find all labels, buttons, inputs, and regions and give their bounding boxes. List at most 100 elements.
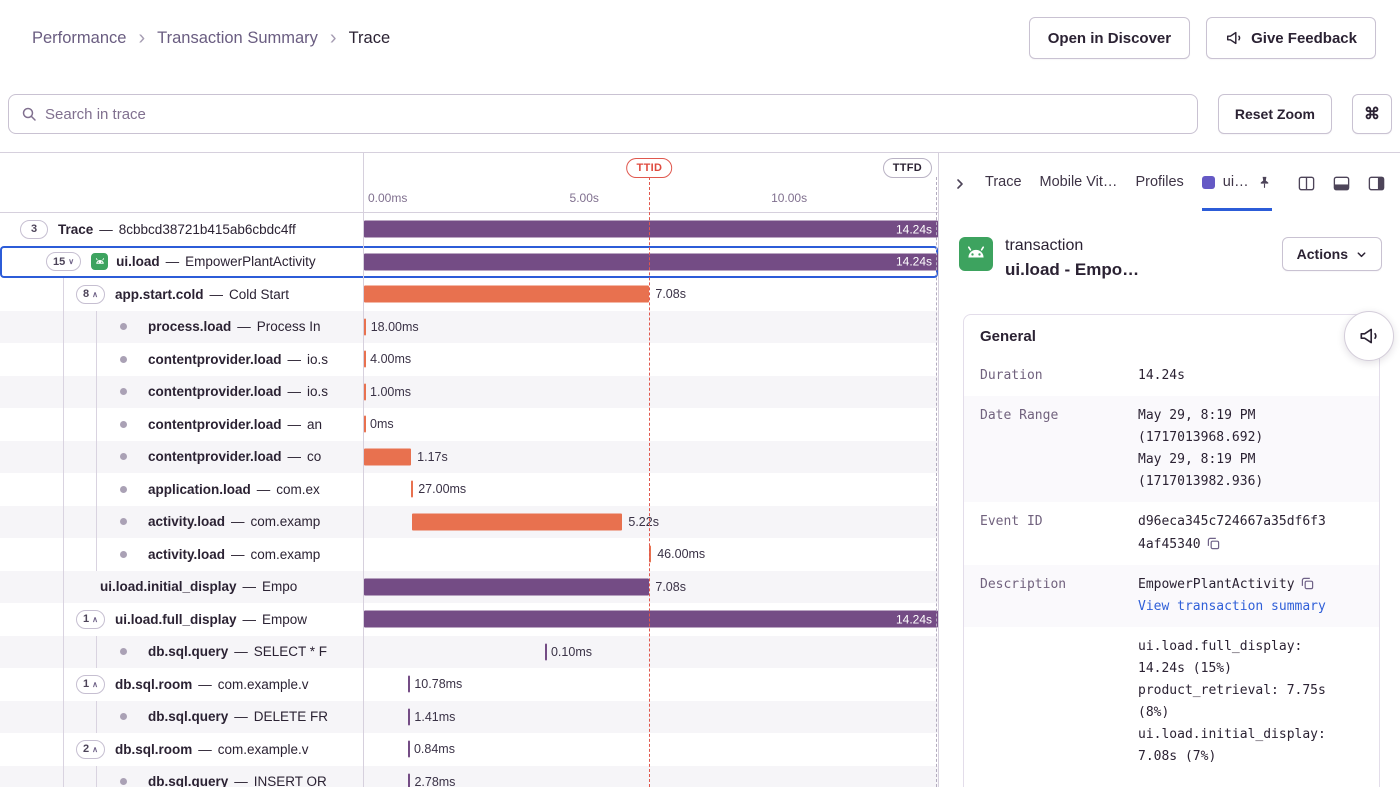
- trace-row-activity.load[interactable]: activity.load—com.examp 46.00ms: [0, 538, 938, 571]
- kv-row-date-range: Date Range May 29, 8:19 PM (1717013968.6…: [964, 396, 1379, 502]
- span-bar[interactable]: [411, 481, 413, 498]
- trace-row-application.load[interactable]: application.load—com.ex27.00ms: [0, 473, 938, 506]
- give-feedback-button[interactable]: Give Feedback: [1206, 17, 1376, 59]
- trace-row-ui.load[interactable]: 15∨ui.load—EmpowerPlantActivity14.24s: [0, 246, 938, 279]
- panel-tab-bar: Trace Mobile Vit… Profiles ui…: [939, 153, 1400, 211]
- tab-mobile-vitals[interactable]: Mobile Vit…: [1040, 153, 1118, 211]
- tree-connector-line: [63, 506, 64, 539]
- separator: —: [234, 709, 248, 724]
- span-count-badge[interactable]: 1∧: [76, 610, 105, 629]
- breadcrumb-transaction-summary[interactable]: Transaction Summary: [157, 29, 318, 48]
- span-bar[interactable]: [408, 708, 410, 725]
- reset-zoom-button[interactable]: Reset Zoom: [1218, 94, 1332, 134]
- span-bar[interactable]: [364, 578, 649, 595]
- transaction-title: ui.load - Empo…: [1005, 260, 1139, 280]
- chevron-up-icon: ∧: [92, 680, 98, 689]
- trace-row-ui.load.initial_display[interactable]: ui.load.initial_display—Empo7.08s: [0, 571, 938, 604]
- search-input[interactable]: [45, 106, 1185, 123]
- transaction-square-icon: [1202, 176, 1215, 189]
- span-bar[interactable]: [364, 286, 649, 303]
- span-chart-cell: 7.08s: [364, 571, 938, 604]
- span-bar[interactable]: [408, 741, 410, 758]
- trace-row-db.sql.room[interactable]: 1∧db.sql.room—com.example.v10.78ms: [0, 668, 938, 701]
- keyboard-shortcut-button[interactable]: ⌘: [1352, 94, 1392, 134]
- layout-sidebar-icon[interactable]: [1367, 174, 1386, 193]
- actions-label: Actions: [1297, 246, 1348, 262]
- tree-connector-line: [63, 733, 64, 766]
- search-box[interactable]: [8, 94, 1198, 134]
- span-count-badge[interactable]: 3: [20, 220, 48, 239]
- trace-row-db.sql.room[interactable]: 2∧db.sql.room—com.example.v0.84ms: [0, 733, 938, 766]
- tab-transaction-active[interactable]: ui…: [1202, 153, 1272, 211]
- kv-row-op-stats: ui.load.full_display: 14.24s (15%) produ…: [964, 627, 1379, 778]
- trace-row-contentprovider.load[interactable]: contentprovider.load—an0ms: [0, 408, 938, 441]
- span-bar[interactable]: [364, 351, 366, 368]
- span-bar[interactable]: 14.24s: [364, 611, 938, 628]
- trace-row-contentprovider.load[interactable]: contentprovider.load—io.s1.00ms: [0, 376, 938, 409]
- span-duration-label: 4.00ms: [370, 352, 411, 366]
- trace-row-db.sql.query[interactable]: db.sql.query—DELETE FR1.41ms: [0, 701, 938, 734]
- trace-row-process.load[interactable]: process.load—Process In18.00ms: [0, 311, 938, 344]
- span-description: com.examp: [251, 547, 321, 562]
- span-tree-cell: 15∨ui.load—EmpowerPlantActivity: [0, 246, 364, 279]
- general-card: General Duration 14.24s Date Range May 2…: [963, 314, 1380, 787]
- transaction-type-label: transaction: [1005, 237, 1139, 255]
- expand-panel-icon[interactable]: [953, 153, 967, 211]
- app-root: Performance › Transaction Summary › Trac…: [0, 0, 1400, 787]
- trace-row-Trace[interactable]: 3Trace—8cbbcd38721b415ab6cbdc4ff14.24s: [0, 213, 938, 246]
- copy-icon[interactable]: [1207, 537, 1220, 550]
- open-in-discover-button[interactable]: Open in Discover: [1029, 17, 1190, 59]
- pin-icon[interactable]: [1257, 175, 1272, 190]
- trace-row-ui.load.full_display[interactable]: 1∧ui.load.full_display—Empow14.24s: [0, 603, 938, 636]
- trace-row-contentprovider.load[interactable]: contentprovider.load—co1.17s: [0, 441, 938, 474]
- tree-connector-line: [96, 441, 97, 474]
- span-tree-cell: db.sql.query—SELECT * F: [0, 636, 364, 669]
- tree-connector-dot: [120, 323, 127, 330]
- kv-row-description: Description EmpowerPlantActivity View tr…: [964, 565, 1379, 627]
- tree-connector-line: [63, 603, 64, 636]
- span-count-badge[interactable]: 2∧: [76, 740, 105, 759]
- span-bar[interactable]: [545, 643, 547, 660]
- tab-trace[interactable]: Trace: [985, 153, 1022, 211]
- span-tree-cell: activity.load—com.examp: [0, 538, 364, 571]
- span-description: Process In: [257, 319, 321, 334]
- span-count-badge[interactable]: 15∨: [46, 252, 81, 271]
- layout-columns-icon[interactable]: [1297, 174, 1316, 193]
- layout-bottom-icon[interactable]: [1332, 174, 1351, 193]
- span-bar[interactable]: [364, 383, 366, 400]
- trace-row-app.start.cold[interactable]: 8∧app.start.cold—Cold Start7.08s: [0, 278, 938, 311]
- span-count-badge[interactable]: 1∧: [76, 675, 105, 694]
- chevron-down-icon: [1356, 249, 1367, 260]
- breadcrumb-performance[interactable]: Performance: [32, 29, 126, 48]
- view-transaction-summary-link[interactable]: View transaction summary: [1138, 596, 1328, 618]
- span-chart-cell: 0ms: [364, 408, 938, 441]
- tree-connector-line: [63, 473, 64, 506]
- span-bar[interactable]: [364, 416, 366, 433]
- span-op-name: ui.load.initial_display: [100, 579, 237, 594]
- trace-row-db.sql.query[interactable]: db.sql.query—INSERT OR2.78ms: [0, 766, 938, 787]
- feedback-fab-button[interactable]: [1344, 311, 1394, 361]
- tab-profiles[interactable]: Profiles: [1135, 153, 1183, 211]
- span-bar[interactable]: [408, 676, 410, 693]
- span-bar[interactable]: [649, 546, 651, 563]
- date-line: (1717013968.692): [1138, 427, 1328, 449]
- span-bar[interactable]: [408, 773, 410, 787]
- trace-row-db.sql.query[interactable]: db.sql.query—SELECT * F0.10ms: [0, 636, 938, 669]
- span-bar[interactable]: [364, 318, 366, 335]
- kv-row-ops-breakdown: Ops Breakdown ?: [964, 777, 1379, 787]
- span-bar[interactable]: [364, 448, 411, 465]
- trace-row-activity.load[interactable]: activity.load—com.examp5.22s: [0, 506, 938, 539]
- span-rows: 3Trace—8cbbcd38721b415ab6cbdc4ff14.24s15…: [0, 213, 938, 787]
- op-stat: ui.load.initial_display: 7.08s (7%): [1138, 724, 1328, 768]
- separator: —: [243, 612, 257, 627]
- span-bar[interactable]: 14.24s: [364, 253, 938, 270]
- span-duration-label: 46.00ms: [657, 547, 705, 561]
- trace-row-contentprovider.load[interactable]: contentprovider.load—io.s4.00ms: [0, 343, 938, 376]
- span-count-badge[interactable]: 8∧: [76, 285, 105, 304]
- chevron-up-icon: ∧: [92, 615, 98, 624]
- span-bar[interactable]: [412, 513, 622, 530]
- span-bar[interactable]: 14.24s: [364, 221, 938, 238]
- copy-icon[interactable]: [1301, 577, 1314, 590]
- actions-button[interactable]: Actions: [1282, 237, 1382, 271]
- span-chart-cell: 2.78ms: [364, 766, 938, 787]
